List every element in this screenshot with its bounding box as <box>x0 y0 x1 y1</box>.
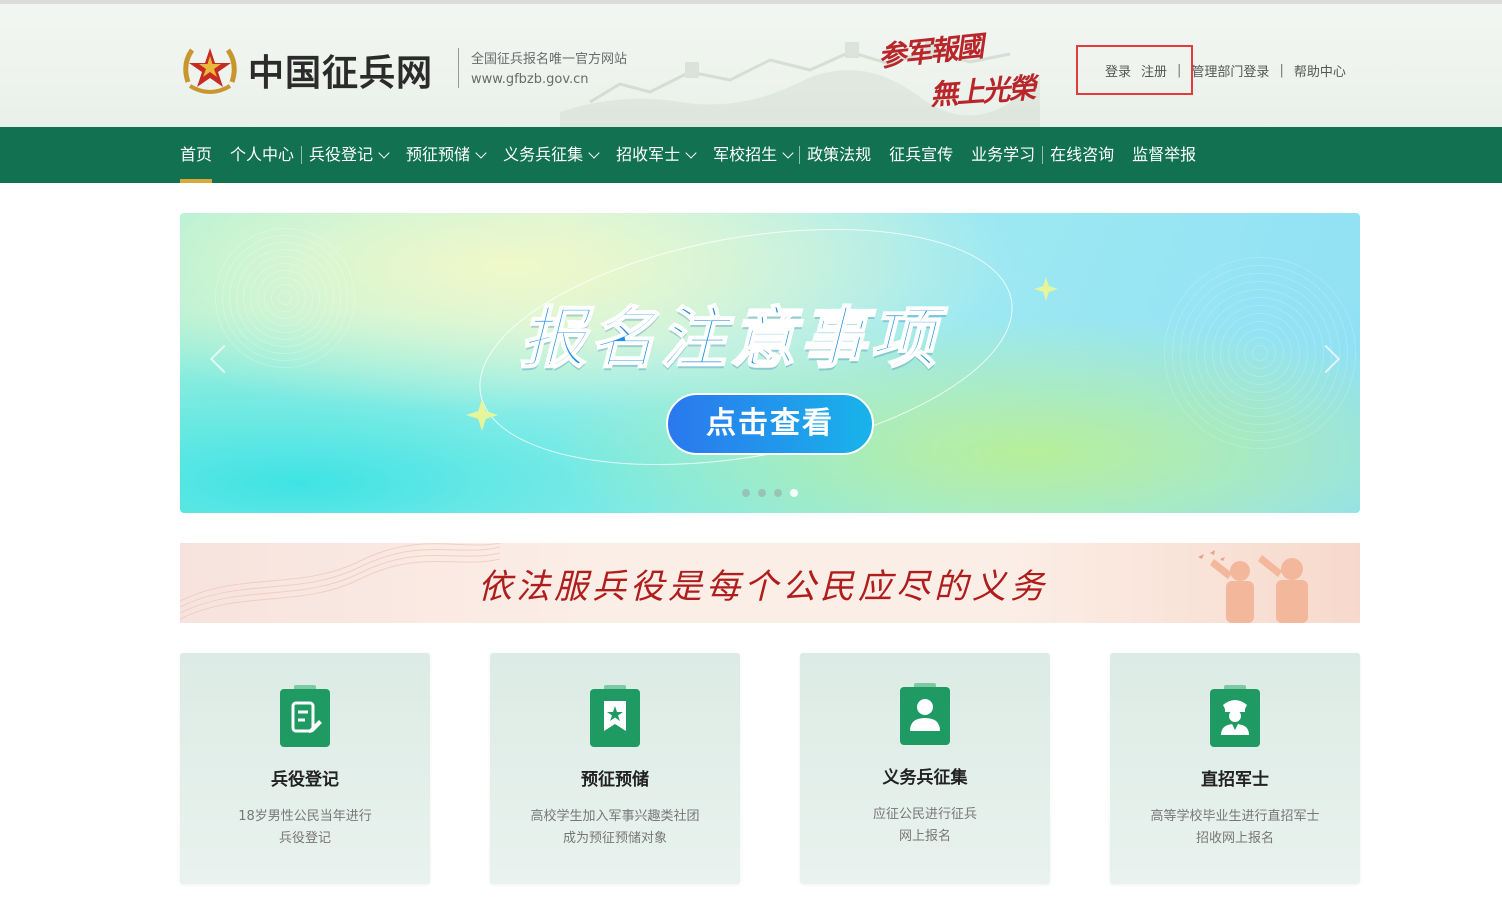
chevron-down-icon <box>782 147 794 159</box>
carousel-dot[interactable] <box>774 489 782 497</box>
slogan-banner[interactable]: 依法服兵役是每个公民应尽的义务 <box>180 543 1360 623</box>
carousel-dot[interactable] <box>742 489 750 497</box>
nav-items: 首页 个人中心 兵役登记 预征预储 义务兵征集 招收军士 军校招生 政策法规 征… <box>180 127 1196 183</box>
card-desc-line: 高校学生加入军事兴趣类社团 <box>530 809 700 824</box>
card-pre-recruitment[interactable]: 预征预储 高校学生加入军事兴趣类社团 成为预征预储对象 <box>490 653 740 884</box>
site-logo[interactable]: 中国征兵网 <box>180 42 433 98</box>
card-description: 18岁男性公民当年进行 兵役登记 <box>200 806 410 850</box>
chevron-down-icon <box>378 147 390 159</box>
card-desc-line: 成为预征预储对象 <box>562 831 667 846</box>
card-desc-line: 网上报名 <box>898 829 951 844</box>
carousel-dot[interactable] <box>758 489 766 497</box>
chevron-down-icon <box>685 147 697 159</box>
card-description: 高校学生加入军事兴趣类社团 成为预征预储对象 <box>510 806 720 850</box>
calligraphy-line-2: 無上光榮 <box>929 71 1036 112</box>
help-center-link[interactable]: 帮助中心 <box>1294 61 1346 80</box>
card-nco-recruitment[interactable]: 直招军士 高等学校毕业生进行直招军士 招收网上报名 <box>1110 653 1360 884</box>
carousel-indicators <box>742 489 798 497</box>
card-desc-line: 招收网上报名 <box>1195 831 1274 846</box>
logo-divider <box>458 48 459 88</box>
nav-label: 监督举报 <box>1132 145 1197 164</box>
calligraphy-slogan: 参军報國 無上光榮 <box>877 30 1048 112</box>
nav-item-pre-recruitment[interactable]: 预征预储 <box>406 127 487 183</box>
banner-carousel[interactable]: 报名注意事项 点击查看 <box>180 213 1360 513</box>
site-slogan: 全国征兵报名唯一官方网站 www.gfbzb.gov.cn <box>471 50 627 90</box>
card-title: 兵役登记 <box>271 770 339 790</box>
banner-title: 报名注意事项 <box>519 299 940 378</box>
card-desc-line: 18岁男性公民当年进行 <box>238 809 372 824</box>
nav-item-report[interactable]: 监督举报 <box>1132 127 1196 183</box>
login-highlight-box <box>1076 45 1193 95</box>
slogan-text: 全国征兵报名唯一官方网站 <box>471 52 628 67</box>
nav-label: 个人中心 <box>230 145 295 164</box>
nav-separator <box>1042 146 1044 164</box>
site-url: www.gfbzb.gov.cn <box>471 72 589 87</box>
link-separator: | <box>1279 63 1284 78</box>
card-desc-line: 高等学校毕业生进行直招军士 <box>1150 809 1320 824</box>
nav-label: 义务兵征集 <box>503 145 584 164</box>
site-header: 中国征兵网 全国征兵报名唯一官方网站 www.gfbzb.gov.cn 参军報國… <box>0 4 1502 127</box>
card-description: 应征公民进行征兵 网上报名 <box>820 804 1030 848</box>
slogan-text: 依法服兵役是每个公民应尽的义务 <box>478 567 1048 607</box>
nav-label: 首页 <box>180 145 213 164</box>
document-edit-icon <box>280 685 330 747</box>
card-title: 义务兵征集 <box>882 768 968 788</box>
nav-label: 政策法规 <box>807 145 872 164</box>
card-description: 高等学校毕业生进行直招军士 招收网上报名 <box>1130 806 1340 850</box>
view-details-button[interactable]: 点击查看 <box>666 393 874 455</box>
nav-item-online-consult[interactable]: 在线咨询 <box>1050 127 1114 183</box>
nav-separator <box>301 146 303 164</box>
site-name: 中国征兵网 <box>248 52 434 94</box>
nav-label: 军校招生 <box>713 145 778 164</box>
army-emblem-icon <box>183 48 237 94</box>
nav-item-personal-center[interactable]: 个人中心 <box>230 127 294 183</box>
nav-item-conscription[interactable]: 义务兵征集 <box>503 127 600 183</box>
soldier-icon <box>1210 685 1260 747</box>
card-desc-line: 应征公民进行征兵 <box>872 807 977 822</box>
nav-item-nco-recruitment[interactable]: 招收军士 <box>616 127 697 183</box>
carousel-dot-active[interactable] <box>790 489 798 497</box>
nav-item-policies[interactable]: 政策法规 <box>807 127 871 183</box>
nav-label: 兵役登记 <box>309 145 374 164</box>
decor-waves <box>180 543 500 620</box>
chevron-down-icon <box>475 147 487 159</box>
card-conscription[interactable]: 义务兵征集 应征公民进行征兵 网上报名 <box>800 653 1050 884</box>
nav-item-military-registration[interactable]: 兵役登记 <box>309 127 390 183</box>
star-bookmark-icon <box>590 685 640 747</box>
service-cards: 兵役登记 18岁男性公民当年进行 兵役登记 预征预储 高校学生加入军事兴趣类社团… <box>180 653 1360 884</box>
admin-login-link[interactable]: 管理部门登录 <box>1191 61 1269 80</box>
card-desc-line: 兵役登记 <box>278 831 331 846</box>
nav-label: 业务学习 <box>971 145 1036 164</box>
card-title: 预征预储 <box>581 770 649 790</box>
nav-item-academy-enrollment[interactable]: 军校招生 <box>713 127 794 183</box>
card-military-registration[interactable]: 兵役登记 18岁男性公民当年进行 兵役登记 <box>180 653 430 884</box>
nav-label: 在线咨询 <box>1050 145 1115 164</box>
person-badge-icon <box>900 683 950 745</box>
nav-separator <box>799 146 801 164</box>
saluting-soldiers-icon <box>1198 550 1308 623</box>
nav-label: 征兵宣传 <box>889 145 954 164</box>
nav-label: 预征预储 <box>406 145 471 164</box>
main-nav: 首页 个人中心 兵役登记 预征预储 义务兵征集 招收军士 军校招生 政策法规 征… <box>0 127 1502 183</box>
chevron-down-icon <box>588 147 600 159</box>
card-title: 直招军士 <box>1201 770 1269 790</box>
calligraphy-line-1: 参军報國 <box>876 29 984 74</box>
sparkle-icon <box>1034 277 1058 301</box>
decor-rings <box>210 223 360 373</box>
nav-item-publicity[interactable]: 征兵宣传 <box>889 127 953 183</box>
nav-label: 招收军士 <box>616 145 681 164</box>
nav-item-home[interactable]: 首页 <box>180 127 213 183</box>
nav-item-learning[interactable]: 业务学习 <box>971 127 1035 183</box>
